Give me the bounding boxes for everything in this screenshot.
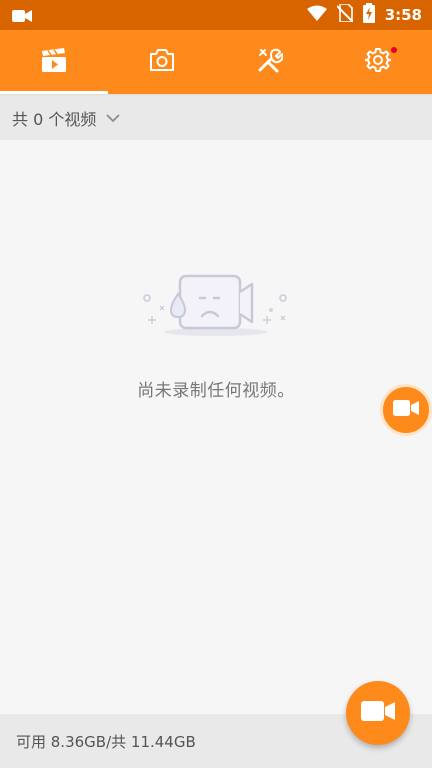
video-camera-icon bbox=[12, 8, 32, 27]
battery-charging-icon bbox=[362, 3, 375, 27]
floating-record-button[interactable] bbox=[380, 384, 432, 436]
tab-settings[interactable] bbox=[324, 30, 432, 94]
camera-icon bbox=[149, 48, 175, 76]
no-sim-icon bbox=[335, 3, 354, 26]
tab-bar bbox=[0, 30, 432, 94]
clapperboard-icon bbox=[40, 47, 68, 77]
tools-icon bbox=[257, 47, 284, 77]
video-camera-icon bbox=[393, 399, 419, 421]
gear-icon bbox=[364, 47, 392, 77]
tab-tools[interactable] bbox=[216, 30, 324, 94]
sad-video-camera-icon bbox=[140, 270, 292, 344]
record-button[interactable] bbox=[346, 681, 410, 745]
video-filter-dropdown[interactable]: 共 0 个视频 bbox=[0, 96, 432, 140]
video-count-label: 共 0 个视频 bbox=[12, 110, 97, 129]
storage-info: 可用 8.36GB/共 11.44GB bbox=[16, 732, 196, 751]
tab-screenshots[interactable] bbox=[108, 30, 216, 94]
video-camera-icon bbox=[361, 699, 395, 727]
wifi-icon bbox=[306, 5, 327, 25]
empty-state-message: 尚未录制任何视频。 bbox=[137, 381, 295, 401]
status-bar: 3:58 bbox=[0, 0, 432, 30]
status-icons: 3:58 bbox=[306, 3, 422, 27]
tab-videos[interactable] bbox=[0, 30, 108, 94]
notification-badge bbox=[390, 47, 397, 53]
empty-state: 尚未录制任何视频。 bbox=[0, 140, 432, 714]
chevron-down-icon bbox=[106, 113, 120, 123]
status-time: 3:58 bbox=[384, 6, 422, 24]
